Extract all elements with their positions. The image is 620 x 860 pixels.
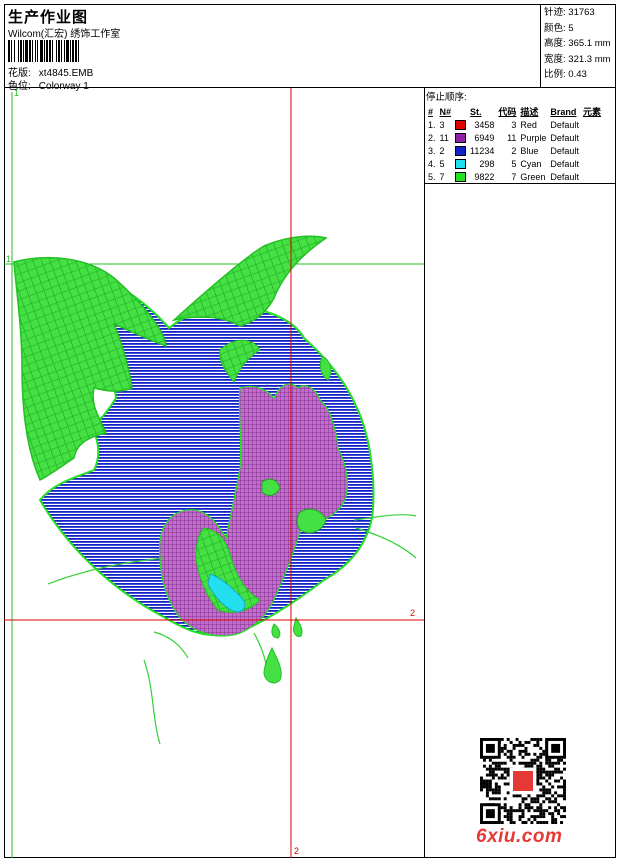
col-swatch xyxy=(453,105,468,118)
table-row: 1. 3 3458 3 Red Default xyxy=(426,118,603,131)
stat-stitches: 针迹: 31763 xyxy=(544,7,595,18)
color-swatch xyxy=(455,145,467,156)
row-element xyxy=(581,118,603,131)
panel-divider xyxy=(424,183,616,184)
stat-height: 高度: 365.1 mm xyxy=(544,38,611,49)
teardrop-small xyxy=(271,623,281,639)
row-needle: 7 xyxy=(439,171,445,182)
row-swatch xyxy=(453,144,468,157)
row-element xyxy=(581,170,603,183)
color-swatch xyxy=(455,119,467,130)
color-swatch xyxy=(455,132,467,143)
panel-separator xyxy=(424,88,425,858)
row-description: Blue xyxy=(520,145,539,156)
row-index: 2. xyxy=(428,132,436,143)
row-needle: 5 xyxy=(439,158,445,169)
stat-scale: 比例: 0.43 xyxy=(544,69,587,80)
row-swatch xyxy=(453,157,468,170)
watermark-text: 6xiu.com xyxy=(476,826,563,847)
marker-two-bottom: 2 xyxy=(294,846,300,856)
row-brand: Default xyxy=(550,132,579,143)
table-row: 3. 2 11234 2 Blue Default xyxy=(426,144,603,157)
page-title: 生产作业图 xyxy=(8,9,89,26)
header: 生产作业图 Wilcom(汇宏) 绣饰工作室 花版: xt4845.EMB 色位… xyxy=(4,4,616,92)
row-stitches: 9822 xyxy=(474,171,495,182)
row-element xyxy=(581,157,603,170)
marker-two-right: 2 xyxy=(410,608,416,618)
row-element xyxy=(581,144,603,157)
row-brand: Default xyxy=(550,171,579,182)
stop-sequence-panel: 停止顺序: # N# St. 代码 描述 Brand 元素 1. 3 3458 3 Re… xyxy=(426,89,616,183)
row-description: Green xyxy=(520,171,546,182)
stats-box: 针迹: 31763 颜色: 5 高度: 365.1 mm 宽度: 321.3 m… xyxy=(540,4,616,88)
barcode-bar xyxy=(79,40,80,62)
table-row: 4. 5 298 5 Cyan Default xyxy=(426,157,603,170)
row-code: 11 xyxy=(507,132,517,143)
studio-subtitle: Wilcom(汇宏) 绣饰工作室 xyxy=(8,29,121,40)
row-brand: Default xyxy=(550,158,579,169)
row-description: Red xyxy=(520,119,537,130)
color-swatch xyxy=(455,171,467,182)
row-code: 2 xyxy=(511,145,517,156)
teardrop-right xyxy=(293,616,303,637)
row-swatch xyxy=(453,131,468,144)
stop-sequence-title: 停止顺序: xyxy=(426,92,467,103)
col-code: 代码 xyxy=(498,107,517,117)
stop-sequence-table: # N# St. 代码 描述 Brand 元素 1. 3 3458 3 Red Defau… xyxy=(426,105,603,183)
row-code: 5 xyxy=(511,158,517,169)
row-needle: 3 xyxy=(439,119,445,130)
row-brand: Default xyxy=(550,119,579,130)
row-stitches: 298 xyxy=(479,158,495,169)
row-index: 1. xyxy=(428,119,436,130)
stat-width: 宽度: 321.3 mm xyxy=(544,53,611,65)
row-swatch xyxy=(453,170,468,183)
marker-one-left: 1 xyxy=(6,254,12,264)
row-description: Purple xyxy=(520,132,547,143)
table-row: 2. 11 6949 11 Purple Default xyxy=(426,131,603,144)
col-index: # xyxy=(428,106,434,117)
embroidery-artwork xyxy=(4,88,424,858)
row-stitches: 6949 xyxy=(474,132,495,143)
red-seal xyxy=(512,770,534,792)
color-swatch xyxy=(455,158,467,169)
col-stitches: St. xyxy=(470,106,482,117)
col-needle: N# xyxy=(439,106,452,117)
col-description: 描述 xyxy=(520,107,539,117)
table-header-row: # N# St. 代码 描述 Brand 元素 xyxy=(426,105,603,118)
row-needle: 2 xyxy=(439,145,445,156)
row-needle: 11 xyxy=(439,132,449,143)
row-code: 3 xyxy=(511,119,517,130)
row-code: 7 xyxy=(511,171,517,182)
barcode xyxy=(8,40,136,62)
row-index: 3. xyxy=(428,145,436,156)
design-canvas: 1 1 2 2 xyxy=(4,88,424,858)
row-index: 5. xyxy=(428,171,436,182)
col-brand: Brand xyxy=(550,106,577,117)
stat-colors: 颜色: 5 xyxy=(544,22,574,34)
cat-ear-right-green xyxy=(171,235,328,327)
marker-one-top: 1 xyxy=(14,88,20,98)
table-row: 5. 7 9822 7 Green Default xyxy=(426,170,603,183)
row-element xyxy=(581,131,603,144)
col-element: 元素 xyxy=(582,107,601,117)
row-stitches: 3458 xyxy=(474,119,495,130)
row-swatch xyxy=(453,118,468,131)
row-description: Cyan xyxy=(520,158,542,169)
row-stitches: 11234 xyxy=(470,145,495,156)
row-index: 4. xyxy=(428,158,436,169)
row-brand: Default xyxy=(550,145,579,156)
teardrop-large xyxy=(263,646,282,684)
